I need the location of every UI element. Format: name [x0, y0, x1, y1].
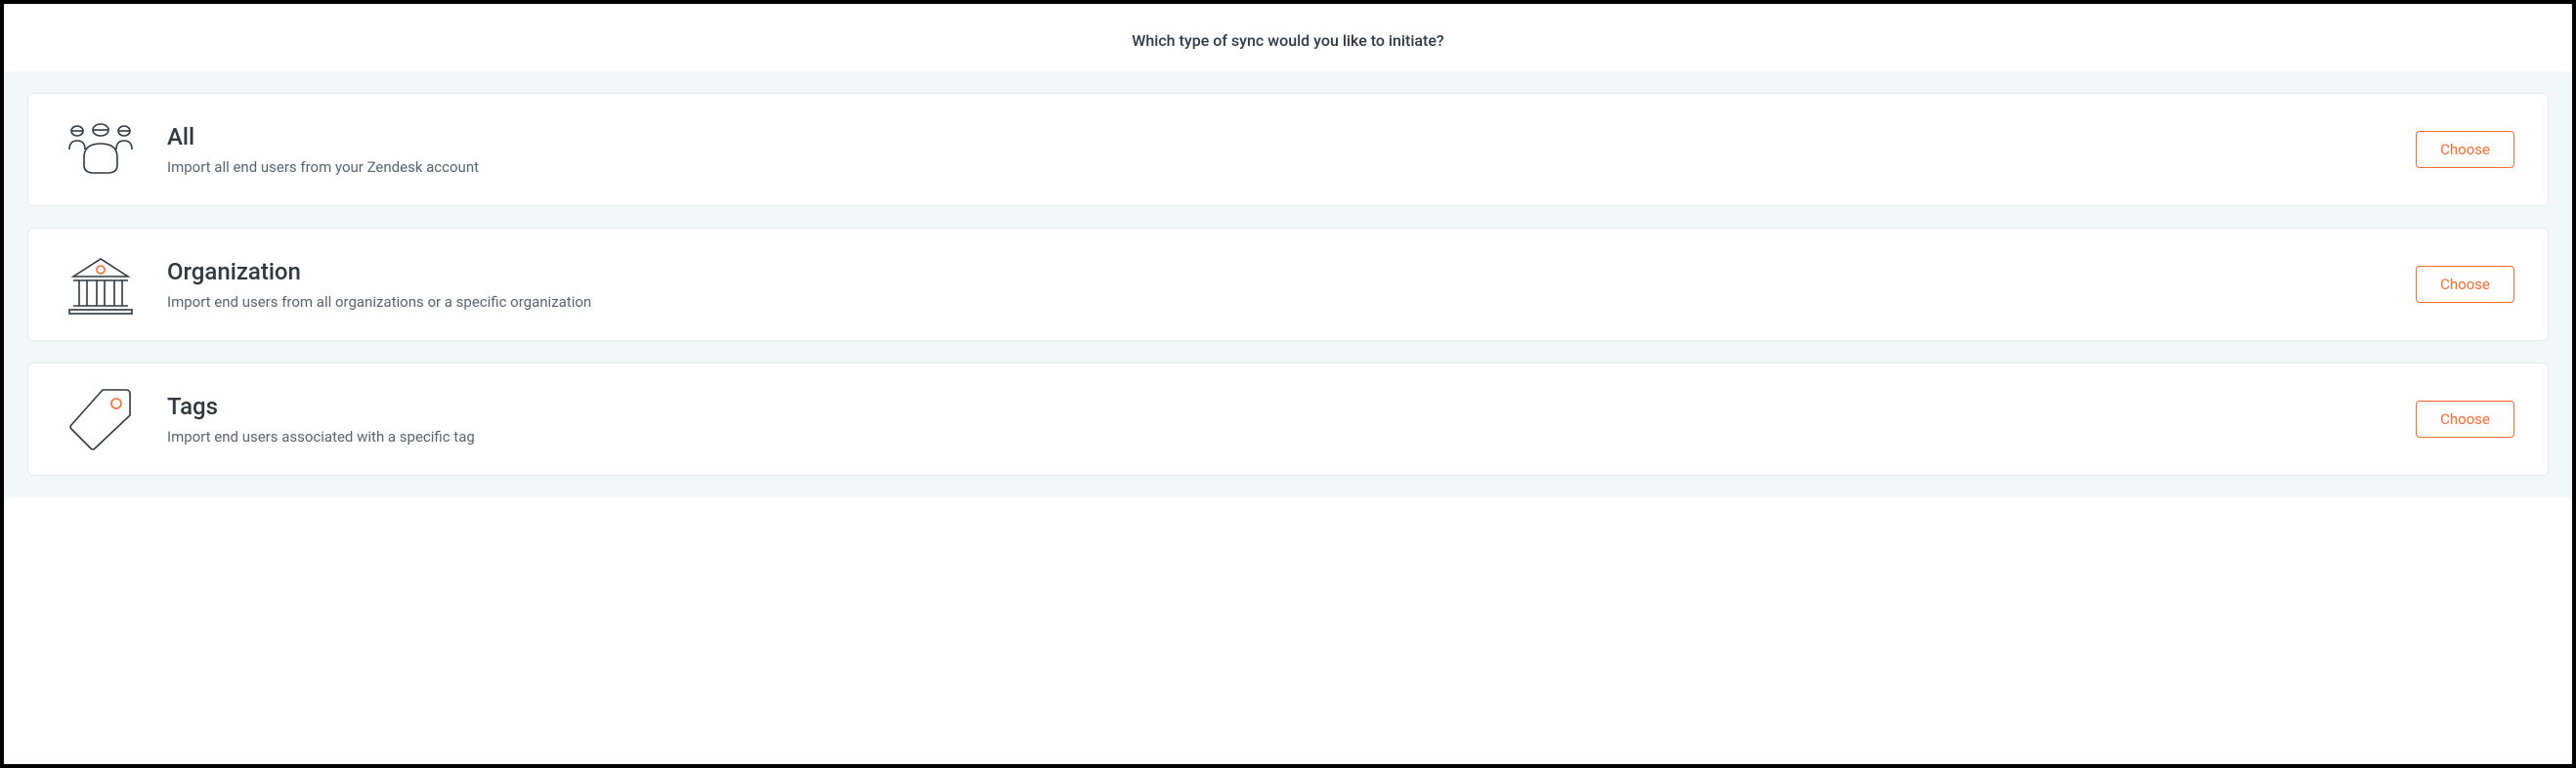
- building-icon: [62, 250, 140, 319]
- sync-option-all: All Import all end users from your Zende…: [27, 93, 2549, 206]
- option-text-organization: Organization Import end users from all o…: [167, 258, 2416, 311]
- option-text-tags: Tags Import end users associated with a …: [167, 393, 2416, 446]
- sync-option-tags: Tags Import end users associated with a …: [27, 363, 2549, 476]
- choose-button-tags[interactable]: Choose: [2416, 401, 2514, 438]
- tag-icon: [62, 385, 140, 453]
- option-title: Tags: [167, 393, 2416, 420]
- choose-button-organization[interactable]: Choose: [2416, 266, 2514, 303]
- sync-options-area: All Import all end users from your Zende…: [4, 71, 2572, 497]
- option-text-all: All Import all end users from your Zende…: [167, 123, 2416, 176]
- option-description: Import end users from all organizations …: [167, 293, 2416, 311]
- choose-button-all[interactable]: Choose: [2416, 131, 2514, 168]
- users-group-icon: [62, 115, 140, 184]
- option-title: All: [167, 123, 2416, 150]
- option-description: Import all end users from your Zendesk a…: [167, 158, 2416, 176]
- option-description: Import end users associated with a speci…: [167, 428, 2416, 446]
- sync-option-organization: Organization Import end users from all o…: [27, 228, 2549, 341]
- option-title: Organization: [167, 258, 2416, 285]
- page-title: Which type of sync would you like to ini…: [4, 31, 2572, 50]
- page-header: Which type of sync would you like to ini…: [4, 4, 2572, 71]
